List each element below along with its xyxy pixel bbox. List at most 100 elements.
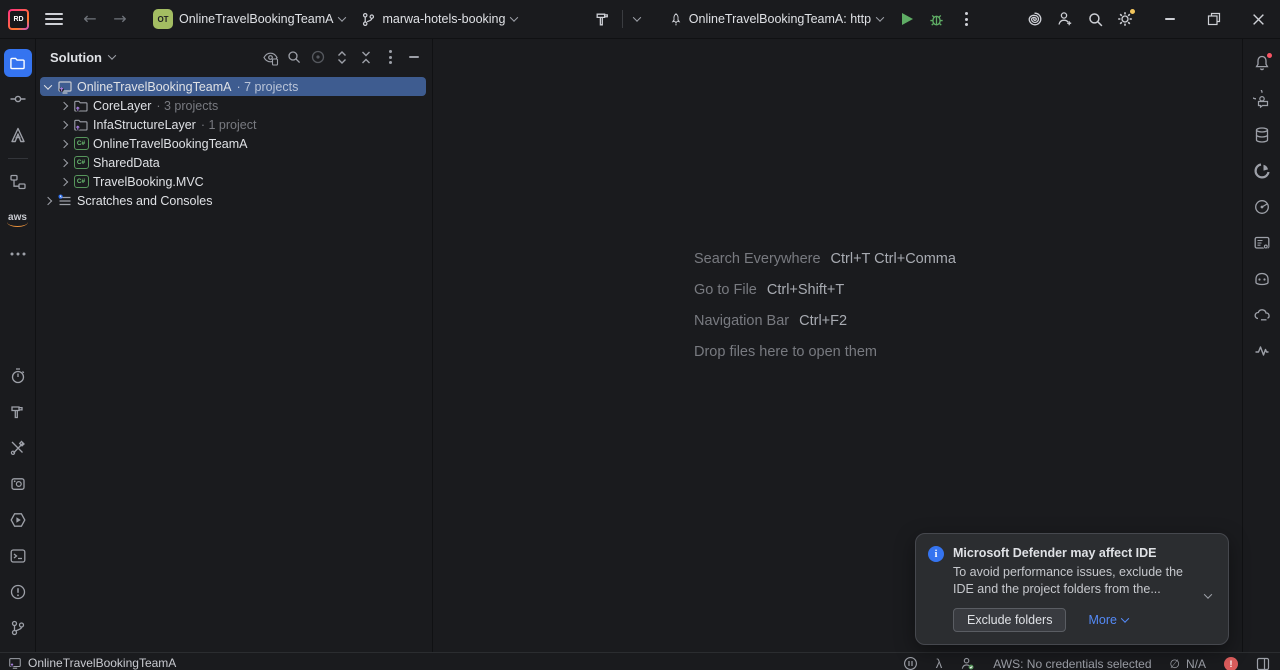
robot-icon [1253, 270, 1271, 288]
tree-row-project-onlinetravelbookingteama[interactable]: C# OnlineTravelBookingTeamA [40, 134, 426, 153]
project-widget[interactable]: OT OnlineTravelBookingTeamA [145, 4, 353, 34]
editor-empty-state[interactable]: Search Everywhere Ctrl+T Ctrl+Comma Go t… [433, 39, 1242, 652]
services-tool-button[interactable] [4, 470, 32, 498]
chevron-right-icon [60, 158, 68, 166]
shortcut-label: Drop files here to open them [694, 344, 877, 360]
exclude-folders-button[interactable]: Exclude folders [953, 608, 1066, 632]
chevron-down-icon [1204, 590, 1212, 598]
git-tool-button[interactable] [4, 614, 32, 642]
run-button[interactable] [891, 4, 921, 34]
aws-tool-button[interactable]: aws [4, 204, 32, 232]
restore-icon [1207, 12, 1221, 26]
solution-folder-icon [73, 98, 89, 114]
copilot-tool-button[interactable] [1248, 265, 1276, 293]
statusbar-aws-credentials[interactable]: AWS: No credentials selected [993, 657, 1151, 670]
back-button[interactable]: ← [75, 4, 105, 34]
debug-button[interactable] [921, 4, 951, 34]
more-link-label: More [1088, 613, 1116, 627]
tree-row-project-travelbooking-mvc[interactable]: C# TravelBooking.MVC [40, 172, 426, 191]
statusbar-solution-widget[interactable]: OnlineTravelBookingTeamA [8, 656, 176, 670]
collapse-all-button[interactable] [354, 45, 378, 69]
run-tool-button[interactable] [4, 506, 32, 534]
ai-chat-tool-button[interactable] [1248, 85, 1276, 113]
dynamic-analysis-tool-button[interactable] [1248, 337, 1276, 365]
statusbar-na-widget[interactable]: ∅ N/A [1170, 657, 1206, 670]
tree-row-scratches[interactable]: Scratches and Consoles [40, 191, 426, 210]
chevron-down-icon [633, 13, 641, 21]
search-everywhere-button[interactable] [1080, 4, 1110, 34]
select-opened-file-button[interactable] [258, 45, 282, 69]
notification-expand-button[interactable] [1198, 586, 1218, 606]
debug-bug-icon [928, 11, 945, 28]
run-configuration-widget[interactable]: OnlineTravelBookingTeamA: http [661, 4, 891, 34]
settings-button[interactable] [1110, 4, 1140, 34]
chevron-down-icon [1121, 614, 1129, 622]
statusbar-error-widget[interactable]: ! [1224, 657, 1238, 670]
panel-options-button[interactable] [378, 45, 402, 69]
coverage-tool-button[interactable] [1248, 157, 1276, 185]
problems-tool-button[interactable] [4, 578, 32, 606]
statusbar-layout-widget[interactable] [1256, 657, 1270, 670]
commit-tool-button[interactable] [4, 85, 32, 113]
more-actions-button[interactable] [951, 4, 981, 34]
locate-selection-button[interactable] [306, 45, 330, 69]
terminal-tool-button[interactable] [4, 542, 32, 570]
statusbar-lambda-widget[interactable]: λ [936, 656, 943, 670]
build-options-button[interactable] [627, 4, 647, 34]
forward-button[interactable]: → [105, 4, 135, 34]
minimize-button[interactable] [1148, 0, 1192, 39]
shortcut-hints: Search Everywhere Ctrl+T Ctrl+Comma Go t… [694, 251, 956, 360]
eye-file-icon [262, 49, 279, 66]
solution-icon [57, 79, 73, 95]
tools-tool-button[interactable] [4, 434, 32, 462]
chevron-right-icon [60, 139, 68, 147]
ai-assistant-button[interactable] [1020, 4, 1050, 34]
hide-panel-button[interactable] [402, 45, 426, 69]
solution-view-selector[interactable]: Solution [50, 50, 115, 65]
drop-files-hint: Drop files here to open them [694, 344, 956, 360]
database-tool-button[interactable] [1248, 121, 1276, 149]
azure-tool-button[interactable] [4, 121, 32, 149]
profiler-tool-button[interactable] [4, 362, 32, 390]
statusbar-pause-widget[interactable] [903, 656, 918, 670]
cloud-tool-button[interactable] [1248, 301, 1276, 329]
notification-body: To avoid performance issues, exclude the… [953, 564, 1189, 598]
expand-all-button[interactable] [330, 45, 354, 69]
shortcut-keys: Ctrl+T Ctrl+Comma [831, 251, 956, 267]
stopwatch-icon [9, 367, 27, 385]
more-tool-windows-button[interactable] [4, 240, 32, 268]
branch-name: marwa-hotels-booking [382, 12, 505, 26]
shortcut-keys: Ctrl+F2 [799, 313, 847, 329]
tree-row-corelayer[interactable]: CoreLayer · 3 projects [40, 96, 426, 115]
left-tool-stripe: aws [0, 39, 36, 652]
vcs-branch-widget[interactable]: marwa-hotels-booking [353, 4, 525, 34]
tree-row-project-shareddata[interactable]: C# SharedData [40, 153, 426, 172]
statusbar-profile-widget[interactable] [960, 656, 975, 670]
solution-folder-icon [73, 117, 89, 133]
ai-swirl-icon [1026, 10, 1044, 28]
search-tree-button[interactable] [282, 45, 306, 69]
tree-row-infastructurelayer[interactable]: InfaStructureLayer · 1 project [40, 115, 426, 134]
structure-tool-button[interactable] [4, 168, 32, 196]
solution-explorer-tool-button[interactable] [4, 49, 32, 77]
chevron-down-icon [510, 13, 518, 21]
info-icon: i [928, 546, 944, 562]
monitoring-tool-button[interactable] [1248, 193, 1276, 221]
main-menu-button[interactable] [39, 4, 69, 34]
close-button[interactable] [1236, 0, 1280, 39]
documentation-tool-button[interactable] [1248, 229, 1276, 257]
build-tool-button[interactable] [4, 398, 32, 426]
more-link[interactable]: More [1088, 613, 1127, 627]
coverage-pie-icon [1253, 162, 1271, 180]
notifications-tool-button[interactable] [1248, 49, 1276, 77]
chevron-down-icon [108, 51, 116, 59]
chevron-right-icon [60, 120, 68, 128]
tree-row-solution-root[interactable]: OnlineTravelBookingTeamA · 7 projects [40, 77, 426, 96]
restore-button[interactable] [1192, 0, 1236, 39]
tree-item-label: Scratches and Consoles [77, 194, 213, 208]
tree-item-label: SharedData [93, 156, 160, 170]
build-button[interactable] [588, 4, 618, 34]
services-icon [9, 475, 27, 493]
rider-logo-icon: RD [8, 9, 29, 30]
code-with-me-button[interactable] [1050, 4, 1080, 34]
